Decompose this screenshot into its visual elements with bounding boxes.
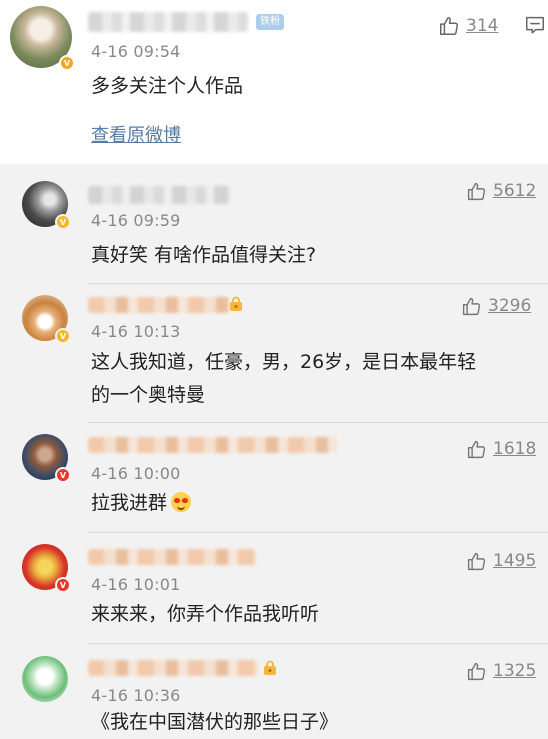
comment-content: 拉我进群 — [91, 487, 192, 520]
comment-time: 4-16 10:13 — [91, 322, 181, 341]
fan-badge: 铁粉 — [256, 14, 284, 30]
comment-content-line: 的一个奥特曼 — [91, 384, 206, 406]
comment-time: 4-16 10:00 — [91, 464, 181, 483]
thumbs-up-icon — [440, 17, 458, 35]
lock-icon — [230, 296, 242, 311]
avatar[interactable] — [22, 656, 68, 702]
avatar[interactable]: V — [10, 6, 75, 71]
like-count: 1618 — [493, 439, 537, 459]
post-time: 4-16 09:54 — [91, 42, 181, 61]
like-count: 1325 — [493, 661, 537, 681]
divider — [88, 532, 548, 533]
like-button[interactable]: 1325 — [466, 659, 536, 683]
divider — [88, 283, 548, 284]
username-blurred[interactable] — [88, 186, 230, 204]
post-content: 多多关注个人作品 — [91, 75, 244, 97]
divider — [88, 422, 548, 423]
comment-time: 4-16 09:59 — [91, 211, 181, 230]
verified-badge-icon: V — [55, 328, 71, 344]
comment-menu-icon[interactable] — [524, 14, 546, 36]
comment-content-line: 这人我知道，任豪，男，26岁，是日本最年轻 — [91, 351, 477, 373]
like-count: 314 — [466, 16, 499, 36]
divider — [88, 643, 548, 644]
thumbs-up-icon — [467, 662, 486, 680]
avatar[interactable]: V — [22, 434, 71, 483]
username-blurred[interactable] — [88, 12, 248, 32]
verified-badge-icon: V — [55, 577, 71, 593]
view-original-link[interactable]: 查看原微博 — [91, 121, 181, 147]
like-button[interactable]: 5612 — [466, 179, 536, 203]
like-count: 5612 — [493, 181, 537, 201]
comment-content: 这人我知道，任豪，男，26岁，是日本最年轻 的一个奥特曼 — [91, 346, 476, 412]
avatar[interactable]: V — [22, 544, 71, 593]
like-count: 1495 — [493, 551, 537, 571]
avatar[interactable]: V — [22, 181, 71, 230]
verified-badge-icon: V — [55, 467, 71, 483]
thumbs-up-icon — [467, 440, 486, 458]
heart-eyes-emoji-icon — [171, 492, 192, 512]
thumbs-up-icon — [467, 182, 486, 200]
comment-text: 拉我进群 — [91, 492, 168, 514]
comment-content: 来来来，你弄个作品我听听 — [91, 603, 320, 625]
comment-content: 《我在中国潜伏的那些日子》 — [91, 711, 339, 733]
like-button[interactable]: 1618 — [466, 437, 536, 461]
avatar[interactable]: V — [22, 295, 71, 344]
username-blurred[interactable] — [88, 660, 258, 676]
lock-icon — [264, 660, 276, 675]
like-button[interactable]: 1495 — [466, 549, 536, 573]
username-blurred[interactable] — [88, 549, 256, 565]
thumbs-up-icon — [467, 552, 486, 570]
verified-badge-icon: V — [59, 55, 75, 71]
like-button[interactable]: 314 — [438, 14, 498, 38]
comment-time: 4-16 10:36 — [91, 686, 181, 705]
comment-time: 4-16 10:01 — [91, 575, 181, 594]
like-count: 3296 — [488, 296, 532, 316]
thumbs-up-icon — [462, 297, 481, 315]
username-blurred[interactable] — [88, 437, 338, 453]
comment-content: 真好笑 有啥作品值得关注? — [91, 244, 317, 266]
verified-badge-icon: V — [55, 214, 71, 230]
original-post: V 铁粉 4-16 09:54 314 多多关注个人作品 查看原微博 — [0, 0, 548, 164]
username-blurred[interactable] — [88, 297, 230, 313]
like-button[interactable]: 3296 — [461, 294, 531, 318]
